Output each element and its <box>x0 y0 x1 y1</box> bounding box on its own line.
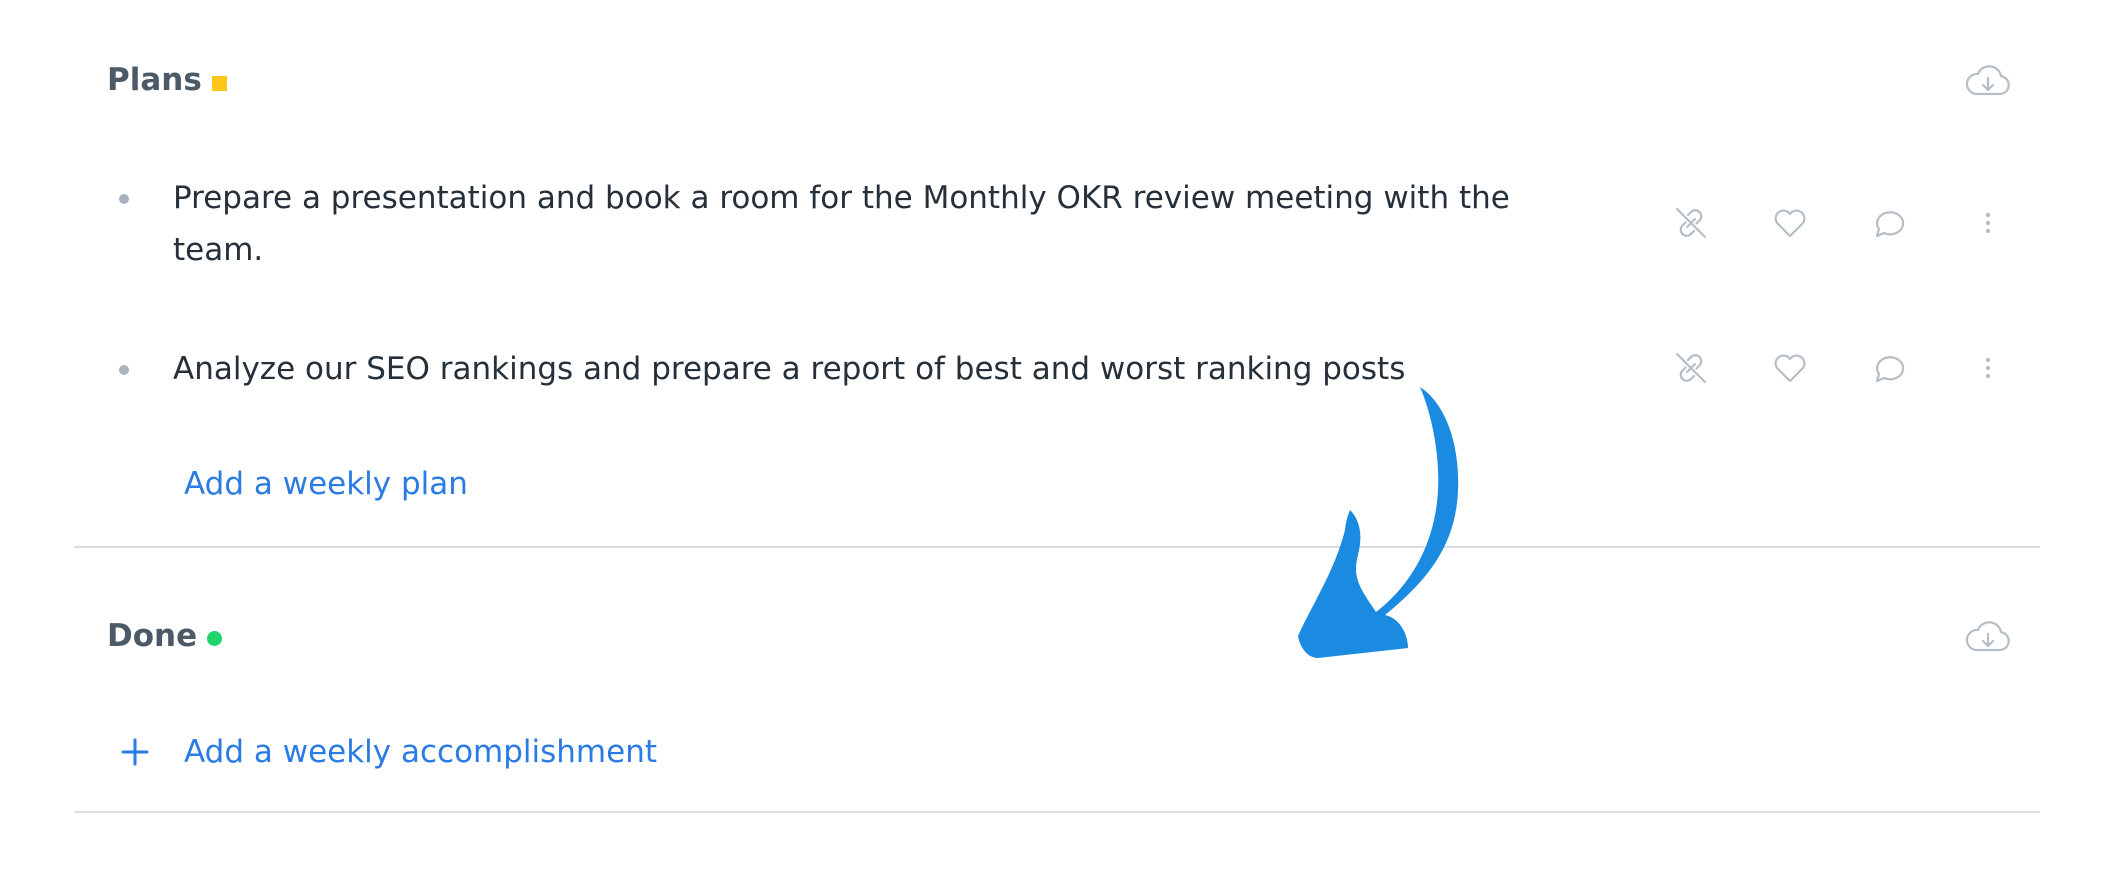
plans-status-marker <box>211 75 227 91</box>
plan-item-2-bullet <box>119 365 129 375</box>
plan-item-1-text: Prepare a presentation and book a room f… <box>173 180 1510 268</box>
plans-cloud-download-icon[interactable] <box>1964 62 2012 102</box>
curved-arrow-annotation-icon <box>1298 387 1459 658</box>
done-status-marker <box>207 630 223 646</box>
plan-item-1-bullet <box>119 194 129 204</box>
plan-item-1-more-vertical-icon[interactable] <box>1968 203 2008 243</box>
plan-item-1-heart-icon[interactable] <box>1770 203 1810 243</box>
plans-section-title: Plans <box>107 62 227 98</box>
plan-item-2-comment-icon[interactable] <box>1869 348 1909 388</box>
add-weekly-accomplishment-link[interactable]: Add a weekly accomplishment <box>184 734 657 770</box>
done-section-title: Done <box>107 618 223 654</box>
add-accomplishment-plus-icon[interactable] <box>120 737 150 772</box>
plan-item-2-unlink-icon[interactable] <box>1671 348 1711 388</box>
plans-title-label: Plans <box>107 62 202 98</box>
done-section-divider <box>74 811 2040 813</box>
plan-item-2-heart-icon[interactable] <box>1770 348 1810 388</box>
add-weekly-plan-link[interactable]: Add a weekly plan <box>184 466 468 502</box>
done-title-label: Done <box>107 618 198 654</box>
done-cloud-download-icon[interactable] <box>1964 618 2012 658</box>
plan-item-2-more-vertical-icon[interactable] <box>1968 348 2008 388</box>
plan-item-1-unlink-icon[interactable] <box>1671 203 1711 243</box>
plans-section-divider <box>74 546 2040 548</box>
plan-item-1-comment-icon[interactable] <box>1869 203 1909 243</box>
